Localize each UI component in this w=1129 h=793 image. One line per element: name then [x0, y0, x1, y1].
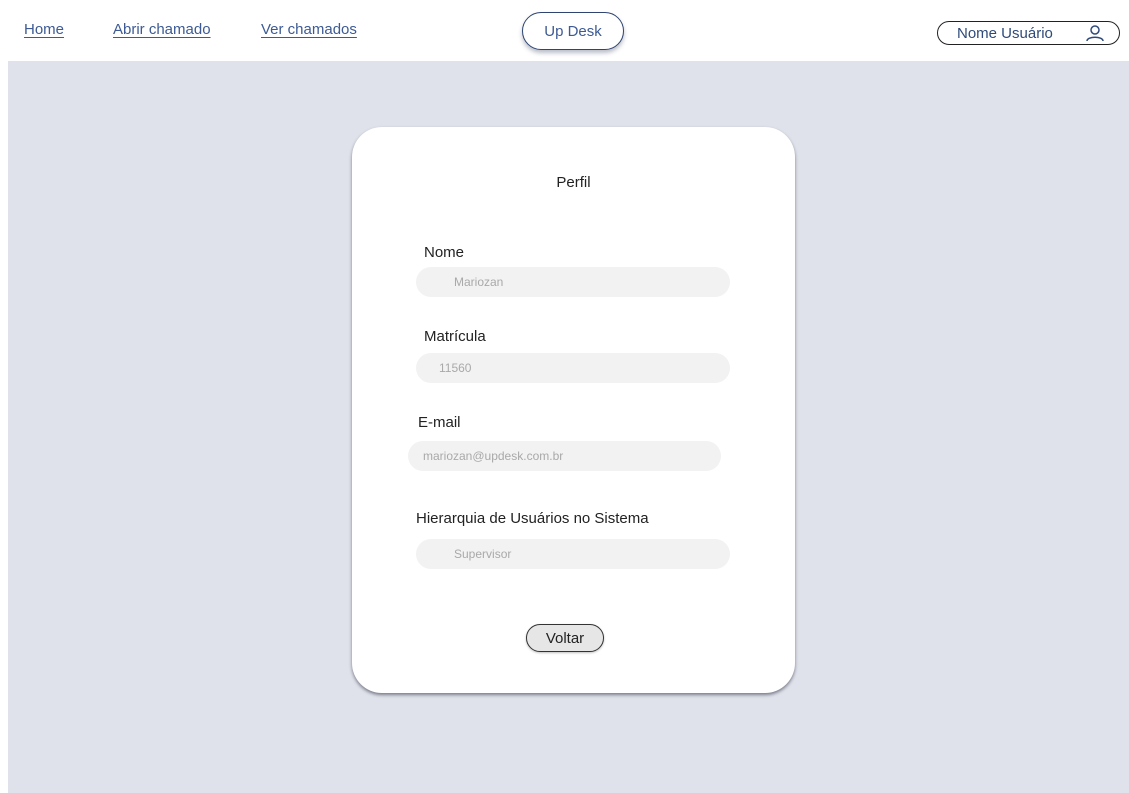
nome-field[interactable]: [416, 267, 730, 297]
user-icon: [1085, 24, 1105, 42]
nav-ver-chamados-link[interactable]: Ver chamados: [261, 21, 357, 38]
email-label: E-mail: [418, 414, 461, 431]
brand-label: Up Desk: [544, 22, 602, 40]
nome-label: Nome: [424, 244, 465, 261]
matricula-label: Matrícula: [424, 328, 486, 345]
profile-card: Perfil Nome Matrícula E-mail Hierarquia …: [352, 127, 795, 693]
nav-home-link[interactable]: Home: [24, 21, 64, 38]
top-navbar: Home Abrir chamado Ver chamados Up Desk …: [0, 0, 1129, 61]
back-button[interactable]: Voltar: [526, 624, 604, 652]
email-field[interactable]: [408, 441, 721, 471]
hierarquia-field[interactable]: [416, 539, 730, 569]
user-name-label: Nome Usuário: [957, 24, 1053, 42]
user-menu-button[interactable]: Nome Usuário: [937, 21, 1120, 45]
nav-abrir-chamado-link[interactable]: Abrir chamado: [113, 21, 211, 38]
brand-logo-button[interactable]: Up Desk: [522, 12, 624, 50]
profile-title: Perfil: [556, 174, 591, 191]
matricula-field[interactable]: [416, 353, 730, 383]
hierarquia-label: Hierarquia de Usuários no Sistema: [416, 510, 649, 527]
